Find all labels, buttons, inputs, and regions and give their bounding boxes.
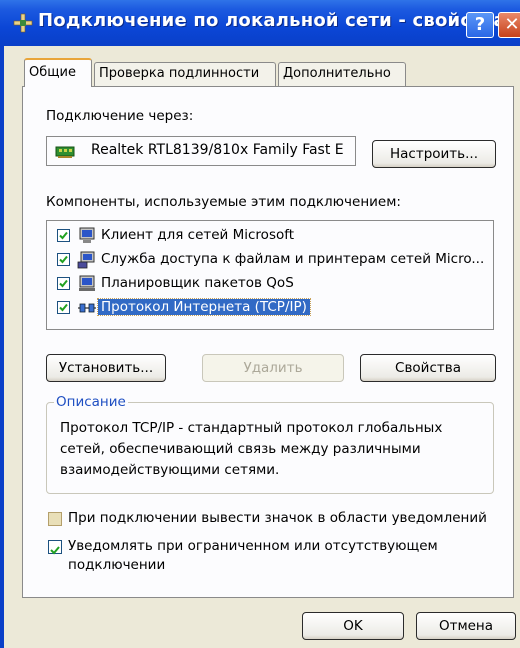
cancel-button[interactable]: Отмена: [416, 612, 516, 640]
properties-button-label: Свойства: [395, 360, 461, 376]
configure-button[interactable]: Настроить...: [372, 140, 496, 168]
file-printer-sharing-icon: [77, 251, 95, 269]
install-button[interactable]: Установить...: [46, 354, 166, 382]
description-text: Протокол TCP/IP - стандартный протокол г…: [60, 420, 443, 478]
title-bar[interactable]: Подключение по локальной сети - свойства…: [0, 0, 520, 46]
component-label: Служба доступа к файлам и принтерам сете…: [101, 251, 485, 267]
window-title: Подключение по локальной сети - свойства: [38, 10, 506, 31]
component-label: Планировщик пакетов QoS: [101, 275, 294, 291]
ok-button[interactable]: OK: [302, 612, 404, 640]
uninstall-button[interactable]: Удалить: [202, 354, 344, 382]
adapter-name: Realtek RTL8139/810x Family Fast E: [91, 142, 344, 158]
tab-general[interactable]: Общие: [24, 58, 92, 87]
properties-dialog: Подключение по локальной сети - свойства…: [0, 0, 520, 648]
tab-advanced-label: Дополнительно: [283, 66, 391, 81]
adapter-field: Realtek RTL8139/810x Family Fast E: [46, 136, 356, 166]
notify-label: Уведомлять при ограниченном или отсутств…: [68, 538, 438, 573]
uninstall-button-label: Удалить: [243, 360, 303, 376]
network-protocol-icon: [78, 303, 96, 313]
help-button[interactable]: ?: [466, 12, 494, 38]
close-button[interactable]: ✕: [498, 12, 520, 38]
list-item[interactable]: Служба доступа к файлам и принтерам сете…: [47, 249, 493, 271]
window-frame: [0, 46, 4, 648]
tab-advanced[interactable]: Дополнительно: [278, 62, 406, 86]
component-checkbox[interactable]: [57, 277, 70, 290]
description-title: Описание: [54, 394, 128, 410]
checkmark-icon: [59, 231, 68, 240]
list-item[interactable]: Протокол Интернета (TCP/IP): [47, 297, 493, 319]
show-icon-label: При подключении вывести значок в области…: [68, 510, 487, 526]
network-connection-icon: [13, 13, 33, 33]
checkmark-icon: [59, 255, 68, 264]
properties-button[interactable]: Свойства: [360, 354, 496, 382]
components-label: Компоненты, используемые этим подключени…: [46, 194, 401, 210]
list-item[interactable]: Клиент для сетей Microsoft: [47, 225, 493, 247]
notify-checkbox[interactable]: [48, 540, 62, 555]
component-checkbox[interactable]: [57, 301, 70, 314]
component-label: Протокол Интернета (TCP/IP): [97, 298, 311, 316]
network-client-icon: [79, 227, 95, 243]
components-list[interactable]: Клиент для сетей Microsoft Служба доступ…: [46, 220, 494, 330]
show-icon-checkbox[interactable]: [48, 512, 62, 526]
install-button-label: Установить...: [58, 360, 154, 376]
checkmark-icon: [59, 279, 68, 288]
close-icon: ✕: [504, 14, 520, 35]
list-item[interactable]: Планировщик пакетов QoS: [47, 273, 493, 295]
configure-button-label: Настроить...: [389, 146, 478, 162]
checkmark-icon: [50, 546, 60, 555]
cancel-button-label: Отмена: [438, 618, 494, 634]
connect-using-label: Подключение через:: [46, 108, 194, 124]
network-adapter-icon: [55, 146, 75, 158]
tab-authentication-label: Проверка подлинности: [99, 66, 260, 81]
tab-authentication[interactable]: Проверка подлинности: [94, 62, 276, 86]
component-checkbox[interactable]: [57, 229, 70, 242]
qos-scheduler-icon: [79, 275, 95, 291]
component-checkbox[interactable]: [57, 253, 70, 266]
component-label: Клиент для сетей Microsoft: [101, 227, 295, 243]
checkmark-icon: [59, 303, 68, 312]
tab-general-label: Общие: [29, 65, 76, 80]
ok-button-label: OK: [343, 618, 363, 634]
